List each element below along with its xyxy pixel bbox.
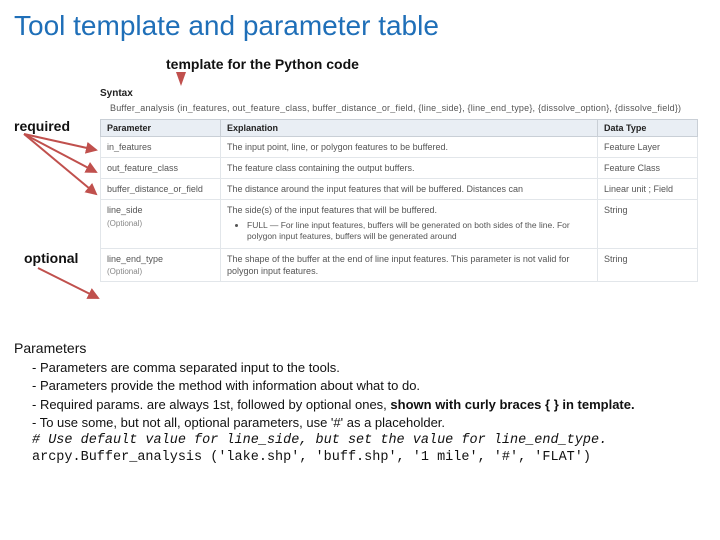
table-row: line_end_type(Optional) The shape of the… <box>101 248 698 282</box>
syntax-heading: Syntax <box>96 86 702 101</box>
label-required: required <box>14 118 70 134</box>
th-datatype: Data Type <box>598 120 698 137</box>
code-call: arcpy.Buffer_analysis ('lake.shp', 'buff… <box>32 450 706 465</box>
table-row: line_side(Optional) The side(s) of the i… <box>101 200 698 248</box>
syntax-body: Buffer_analysis (in_features, out_featur… <box>96 101 702 119</box>
label-optional: optional <box>24 250 78 266</box>
required-arrow-icon <box>14 122 104 212</box>
note-line: - Parameters provide the method with inf… <box>32 378 706 394</box>
table-row: out_feature_class The feature class cont… <box>101 158 698 179</box>
table-row: in_features The input point, line, or po… <box>101 137 698 158</box>
note-line: - Parameters are comma separated input t… <box>32 360 706 376</box>
arrow-down-icon <box>176 72 186 86</box>
notes-heading: Parameters <box>14 340 706 356</box>
table-row: buffer_distance_or_field The distance ar… <box>101 179 698 200</box>
page-title: Tool template and parameter table <box>0 0 720 50</box>
table-header-row: Parameter Explanation Data Type <box>101 120 698 137</box>
th-explanation: Explanation <box>221 120 598 137</box>
subtitle-template: template for the Python code <box>166 56 359 72</box>
note-line: - To use some, but not all, optional par… <box>32 415 706 431</box>
note-line: - Required params. are always 1st, follo… <box>32 397 706 413</box>
doc-screenshot: Syntax Buffer_analysis (in_features, out… <box>96 86 702 318</box>
notes-block: Parameters - Parameters are comma separa… <box>14 340 706 465</box>
th-parameter: Parameter <box>101 120 221 137</box>
parameter-table: Parameter Explanation Data Type in_featu… <box>100 119 698 282</box>
code-comment: # Use default value for line_side, but s… <box>32 433 706 448</box>
